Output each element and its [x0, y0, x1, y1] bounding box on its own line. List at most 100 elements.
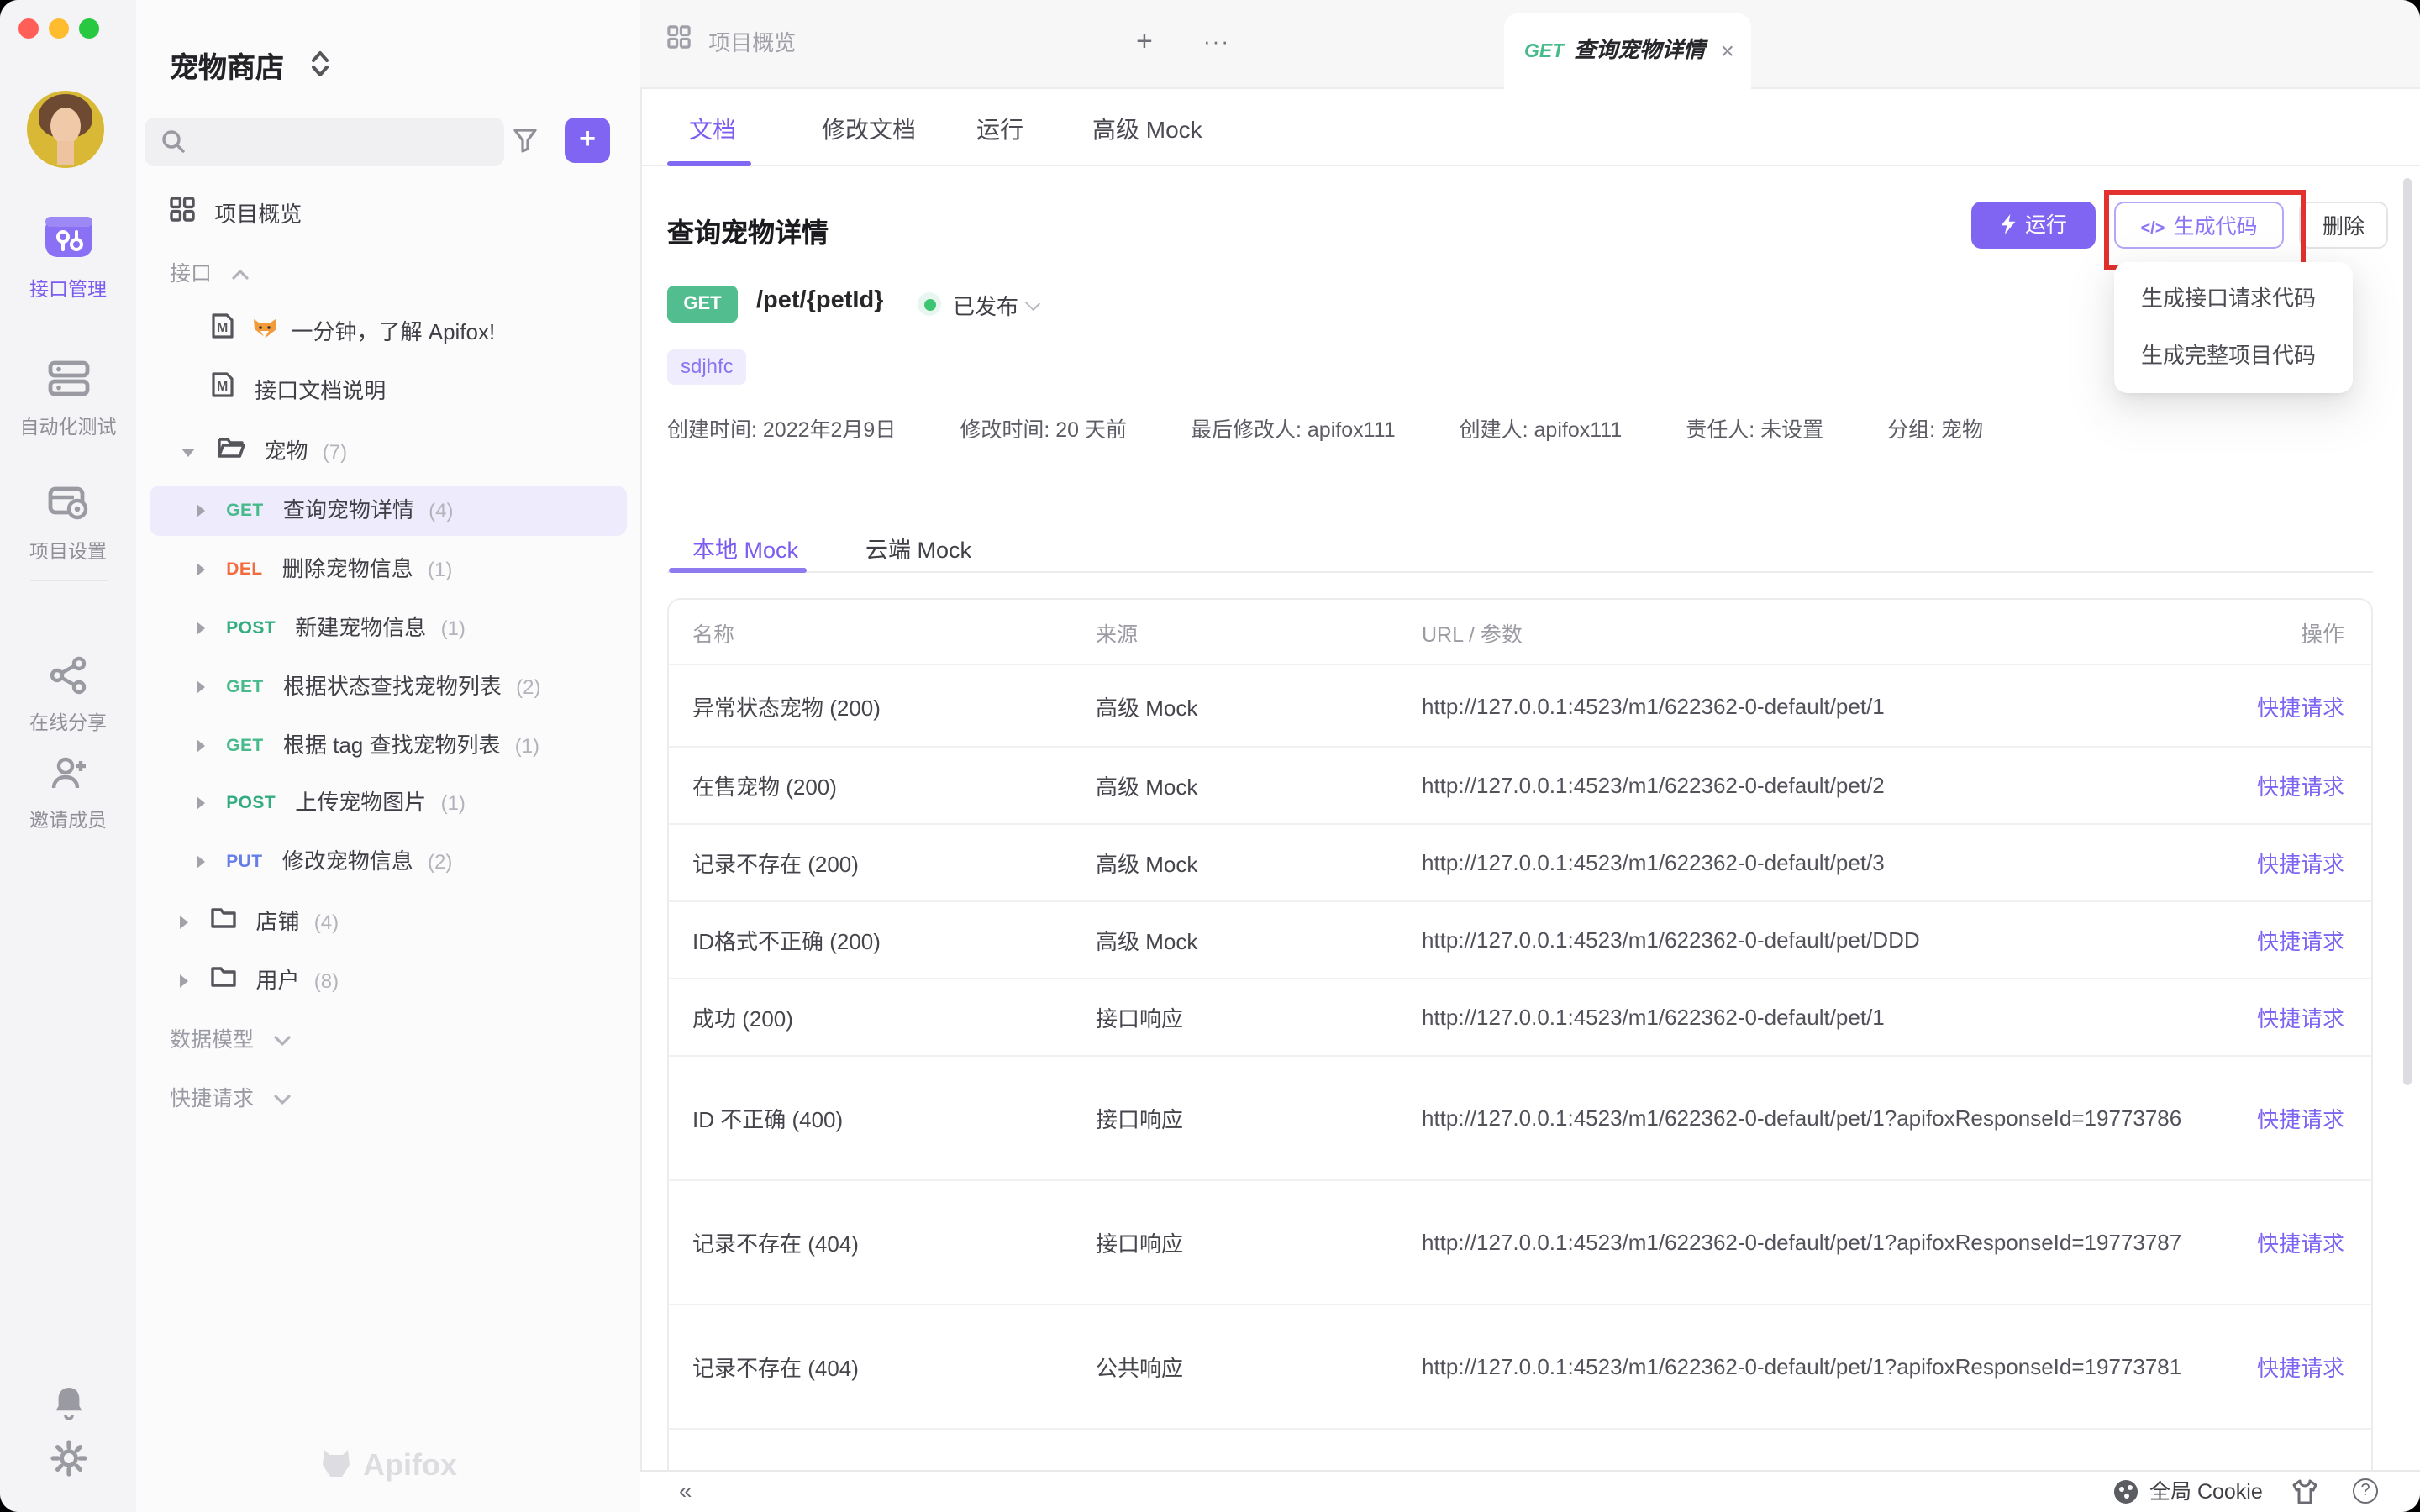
rail-item-share-online[interactable]: 在线分享: [0, 655, 136, 736]
quick-request-link[interactable]: 快捷请求: [2218, 924, 2371, 956]
status-chevron-icon[interactable]: [1025, 296, 1040, 311]
col-header-url: URL / 参数: [1422, 616, 2218, 648]
doc-tab-run[interactable]: 运行: [976, 109, 1023, 150]
item-count: (1): [428, 558, 452, 581]
quick-request-link[interactable]: 快捷请求: [2218, 769, 2371, 801]
caret-right-icon[interactable]: [197, 562, 205, 575]
shirt-icon[interactable]: [2291, 1478, 2319, 1512]
search-icon: [161, 129, 185, 161]
quick-request-link[interactable]: 快捷请求: [2218, 1226, 2371, 1258]
item-count: (8): [314, 969, 339, 993]
mock-tab-local[interactable]: 本地 Mock: [692, 534, 798, 568]
settings-button[interactable]: [0, 1440, 136, 1485]
item-count: (7): [323, 440, 347, 464]
tree-item-api[interactable]: DEL 删除宠物信息 (1): [197, 544, 701, 595]
tab-method-label: GET: [1524, 42, 1564, 62]
add-button[interactable]: +: [565, 118, 610, 163]
tab-active-endpoint[interactable]: GET查询宠物详情 ×: [1504, 13, 1751, 89]
method-tag: DEL: [226, 543, 262, 594]
caret-right-icon[interactable]: [197, 503, 205, 517]
section-requests-label: 快捷请求: [170, 1087, 254, 1110]
tree-item-api[interactable]: POST 上传宠物图片 (1): [197, 778, 701, 828]
cell-url: http://127.0.0.1:4523/m1/622362-0-defaul…: [1422, 1220, 2218, 1265]
rail-item-invite-members[interactable]: 邀请成员: [0, 753, 136, 833]
rail-item-auto-test[interactable]: 自动化测试: [0, 356, 136, 440]
project-switcher-icon[interactable]: [311, 50, 329, 86]
svg-text:M: M: [217, 379, 228, 393]
caret-right-icon[interactable]: [180, 974, 188, 987]
tree-item-doc[interactable]: M 接口文档说明: [210, 366, 714, 417]
generate-code-dropdown: 生成接口请求代码 生成完整项目代码: [2114, 262, 2353, 393]
caret-right-icon[interactable]: [197, 854, 205, 868]
quick-request-link[interactable]: 快捷请求: [2218, 690, 2371, 722]
menu-item-generate-project-code[interactable]: 生成完整项目代码: [2114, 328, 2353, 385]
col-header-name: 名称: [692, 616, 1096, 648]
item-count: (4): [429, 499, 453, 522]
overview-label: 项目概览: [214, 202, 302, 227]
tree-item-api[interactable]: POST 新建宠物信息 (1): [197, 603, 701, 654]
tree-folder-users[interactable]: 用户 (8): [180, 956, 684, 1006]
mock-tab-cloud[interactable]: 云端 Mock: [865, 534, 971, 568]
close-tab-icon[interactable]: ×: [1721, 13, 1734, 87]
more-tabs-button[interactable]: ···: [1203, 0, 1230, 87]
published-status-label[interactable]: 已发布: [953, 289, 1018, 321]
quick-request-link[interactable]: 快捷请求: [2218, 1001, 2371, 1033]
traffic-minimize-button[interactable]: [49, 18, 69, 39]
section-quick-requests[interactable]: 快捷请求: [170, 1074, 290, 1124]
rail-item-api-management[interactable]: 接口管理: [0, 212, 136, 302]
rail-item-project-settings[interactable]: 项目设置: [0, 480, 136, 564]
caret-right-icon[interactable]: [197, 621, 205, 634]
tree-item-api-selected[interactable]: GET 查询宠物详情 (4): [197, 486, 701, 536]
avatar[interactable]: [27, 91, 104, 168]
apifox-window: 接口管理 自动化测试 项目设置 在线分享 邀请成员: [0, 0, 2420, 1512]
project-title[interactable]: 宠物商店: [170, 44, 284, 86]
notifications-button[interactable]: [0, 1384, 136, 1430]
tab-project-overview[interactable]: 项目概览: [667, 0, 796, 87]
doc-tab-advanced-mock[interactable]: 高级 Mock: [1092, 109, 1202, 150]
tree-item-label: 删除宠物信息: [282, 556, 413, 581]
doc-tab-edit[interactable]: 修改文档: [822, 109, 916, 150]
endpoint-tag[interactable]: sdjhfc: [667, 349, 747, 385]
caret-right-icon[interactable]: [197, 738, 205, 752]
method-tag: GET: [226, 720, 263, 770]
traffic-close-button[interactable]: [18, 18, 39, 39]
table-row: 记录不存在 (404) 公共响应 http://127.0.0.1:4523/m…: [669, 1304, 2371, 1428]
doc-tab-document[interactable]: 文档: [689, 109, 736, 150]
help-icon[interactable]: ?: [2353, 1478, 2378, 1504]
traffic-zoom-button[interactable]: [79, 18, 99, 39]
rail-label: 接口管理: [0, 276, 136, 302]
rail-divider: [30, 580, 108, 581]
collapse-sidebar-icon[interactable]: «: [679, 1472, 692, 1512]
scrollbar-thumb[interactable]: [2403, 178, 2412, 1085]
tree-folder-shop[interactable]: 店铺 (4): [180, 897, 684, 948]
quick-request-link[interactable]: 快捷请求: [2218, 1351, 2371, 1383]
cell-name: 成功 (200): [692, 1001, 1096, 1033]
cell-url: http://127.0.0.1:4523/m1/622362-0-defaul…: [1422, 840, 2218, 885]
search-input[interactable]: [145, 118, 504, 166]
section-api[interactable]: 接口: [170, 249, 248, 299]
tree-folder-pets[interactable]: 宠物 (7): [182, 427, 686, 477]
run-label: 运行: [2025, 213, 2067, 237]
tree-item-api[interactable]: GET 根据状态查找宠物列表 (2): [197, 662, 701, 712]
tree-item-doc[interactable]: M 一分钟，了解 Apifox!: [210, 307, 714, 358]
new-tab-button[interactable]: +: [1136, 0, 1153, 87]
delete-button[interactable]: 删除: [2299, 202, 2388, 249]
global-cookie-label[interactable]: 全局 Cookie: [2149, 1472, 2263, 1512]
tree-item-api[interactable]: PUT 修改宠物信息 (2): [197, 837, 701, 887]
method-tag: POST: [226, 602, 276, 653]
section-data-models[interactable]: 数据模型: [170, 1015, 290, 1065]
menu-item-generate-request-code[interactable]: 生成接口请求代码: [2114, 270, 2353, 328]
quick-request-link[interactable]: 快捷请求: [2218, 847, 2371, 879]
sidebar-item-overview[interactable]: 项目概览: [170, 190, 674, 240]
run-button[interactable]: 运行: [1971, 202, 2096, 249]
tree-item-label: 接口文档说明: [255, 378, 386, 403]
caret-down-icon[interactable]: [182, 448, 195, 456]
cookie-icon[interactable]: [2114, 1480, 2138, 1504]
caret-right-icon[interactable]: [197, 680, 205, 693]
tree-item-api[interactable]: GET 根据 tag 查找宠物列表 (1): [197, 721, 701, 771]
filter-icon[interactable]: [513, 128, 538, 161]
quick-request-link[interactable]: 快捷请求: [2218, 1102, 2371, 1134]
caret-right-icon[interactable]: [180, 915, 188, 928]
cell-name: 异常状态宠物 (200): [692, 690, 1096, 722]
caret-right-icon[interactable]: [197, 795, 205, 809]
